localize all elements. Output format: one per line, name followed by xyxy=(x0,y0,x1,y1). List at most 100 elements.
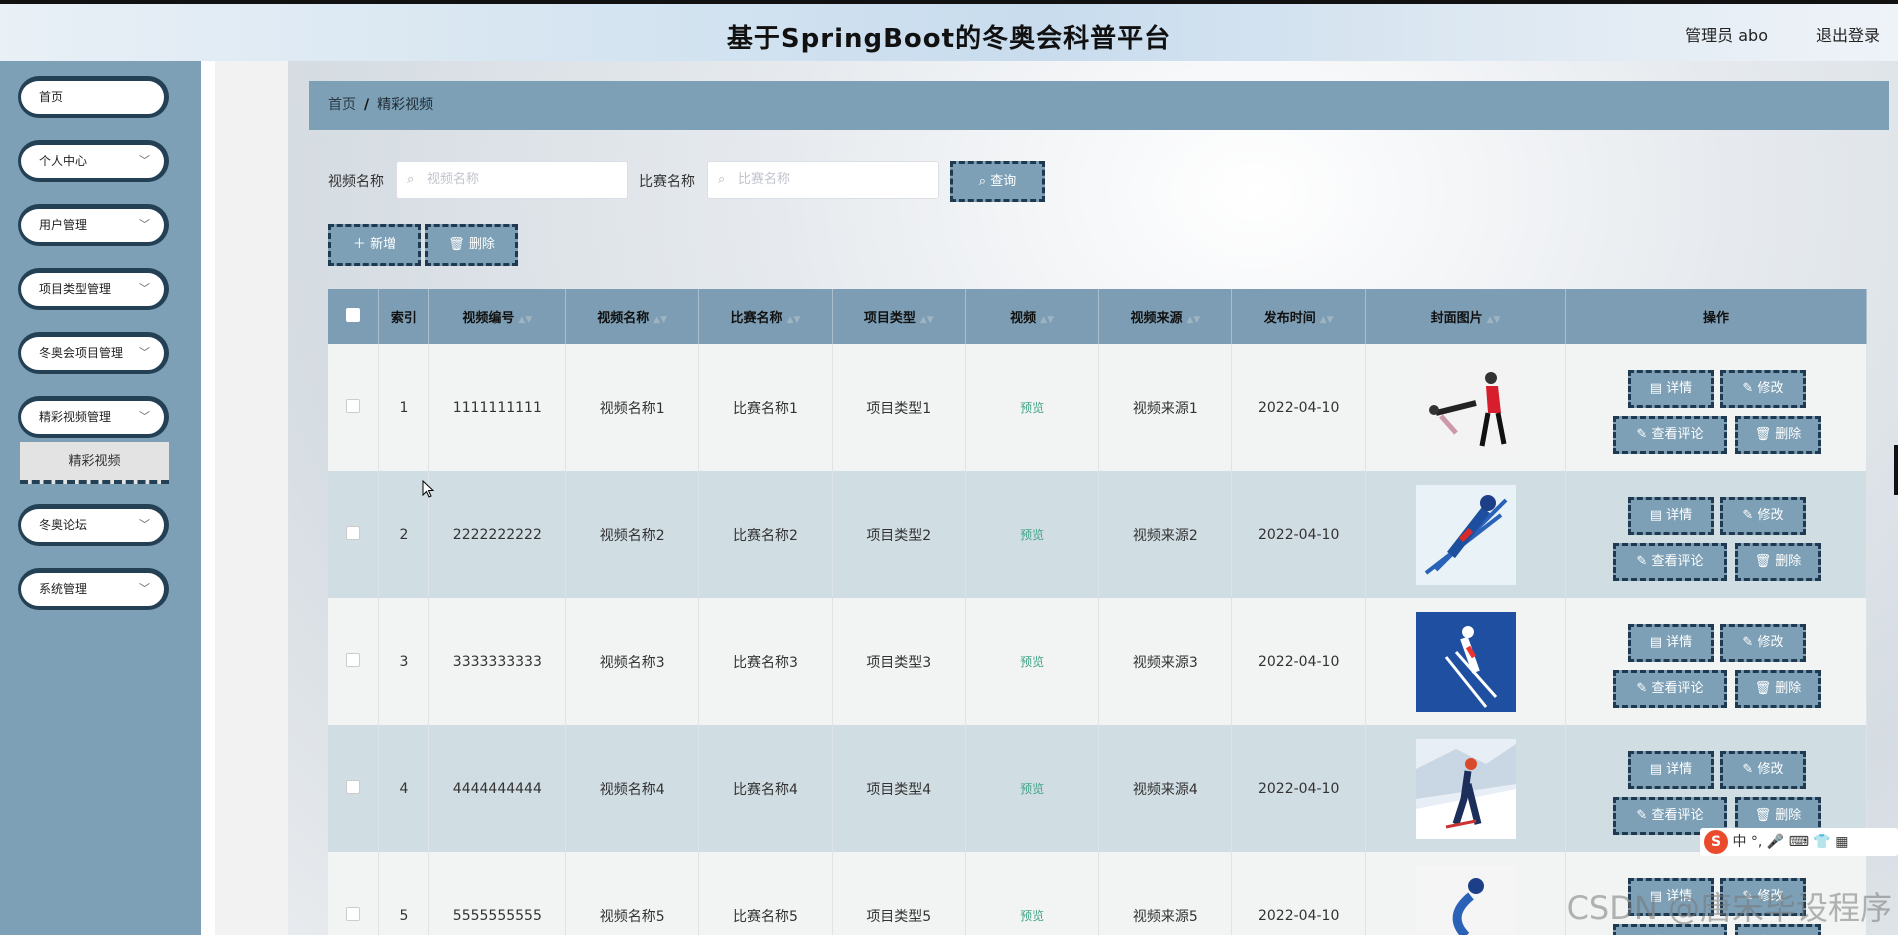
preview-link[interactable]: 预览 xyxy=(1020,528,1044,542)
mouse-cursor-icon xyxy=(422,480,434,498)
preview-link[interactable]: 预览 xyxy=(1020,655,1044,669)
row-checkbox[interactable] xyxy=(346,525,361,540)
column-header-cover[interactable]: 封面图片 ▲▼ xyxy=(1365,289,1566,344)
chevron-down-icon: ﹀ xyxy=(139,218,150,231)
column-header-type[interactable]: 项目类型 ▲▼ xyxy=(832,289,966,344)
sidebar-item-label: 精彩视频管理 xyxy=(39,410,112,424)
ime-toolbar[interactable]: S 中 °, 🎤 ⌨ 👕 ▦ xyxy=(1700,828,1898,856)
cell-index: 4 xyxy=(378,725,430,852)
sort-icon[interactable]: ▲▼ xyxy=(787,315,801,325)
cell-name: 视频名称2 xyxy=(565,471,700,598)
cover-image[interactable] xyxy=(1415,484,1516,585)
edit-button-label: 修改 xyxy=(1757,380,1784,396)
cell-code: 3333333333 xyxy=(428,598,567,725)
breadcrumb-home[interactable]: 首页 xyxy=(328,97,356,113)
cell-date: 2022-04-10 xyxy=(1231,471,1367,598)
edit-button[interactable]: ✎ 修改 xyxy=(1719,496,1806,535)
sort-icon[interactable]: ▲▼ xyxy=(1186,315,1200,325)
edit-button-label: 修改 xyxy=(1757,634,1784,650)
sidebar-item-home[interactable]: 首页 xyxy=(18,76,169,118)
table-row: 3 3333333333 视频名称3 比赛名称3 项目类型3 预览 视频来源3 2022-04… xyxy=(328,598,1868,725)
sidebar-item-forum[interactable]: 冬奥论坛 ﹀ xyxy=(18,504,169,546)
sidebar-item-olympic-projects[interactable]: 冬奥会项目管理 ﹀ xyxy=(18,332,169,374)
sidebar-subitem-videos[interactable]: 精彩视频 xyxy=(20,442,169,484)
cell-match: 比赛名称5 xyxy=(698,852,833,935)
chevron-down-icon: ﹀ xyxy=(139,154,150,167)
delete-button[interactable]: 🗑 删除 xyxy=(1734,415,1821,454)
cell-actions: ▤ 详情✎ 修改 ✎ 查看评论🗑 删除 xyxy=(1565,598,1868,725)
column-header-code[interactable]: 视频编号 ▲▼ xyxy=(428,289,567,344)
edit-button[interactable]: ✎ 修改 xyxy=(1719,623,1806,662)
view-comments-button[interactable]: ✎ 查看评论 xyxy=(1612,542,1727,581)
cell-source: 视频来源4 xyxy=(1098,725,1233,852)
delete-button[interactable]: 🗑 删除 xyxy=(1734,542,1821,581)
pencil-icon: ✎ xyxy=(1742,507,1754,523)
detail-button[interactable]: ▤ 详情 xyxy=(1627,750,1714,789)
sidebar-item-label: 项目类型管理 xyxy=(39,282,112,296)
sidebar-scrollbar-thumb[interactable] xyxy=(0,61,201,935)
window-edge xyxy=(1894,445,1898,495)
detail-button[interactable]: ▤ 详情 xyxy=(1627,623,1714,662)
sidebar-item-video-management[interactable]: 精彩视频管理 ﹀ xyxy=(18,396,169,438)
cell-video: 预览 xyxy=(965,725,1100,852)
chevron-down-icon: ﹀ xyxy=(139,282,150,295)
logout-button[interactable]: 退出登录 xyxy=(1816,22,1880,46)
sidebar-item-system[interactable]: 系统管理 ﹀ xyxy=(18,568,169,610)
sort-icon[interactable]: ▲▼ xyxy=(1040,315,1054,325)
view-comments-button[interactable]: ✎ 查看评论 xyxy=(1612,415,1727,454)
row-checkbox[interactable] xyxy=(346,652,361,667)
sidebar-item-user-management[interactable]: 用户管理 ﹀ xyxy=(18,204,169,246)
preview-link[interactable]: 预览 xyxy=(1020,909,1044,923)
cover-image[interactable] xyxy=(1415,865,1516,935)
detail-button[interactable]: ▤ 详情 xyxy=(1627,369,1714,408)
row-checkbox[interactable] xyxy=(346,906,361,921)
edit-button[interactable]: ✎ 修改 xyxy=(1719,369,1806,408)
column-header-date[interactable]: 发布时间 ▲▼ xyxy=(1231,289,1367,344)
cell-match: 比赛名称4 xyxy=(698,725,833,852)
row-select-cell xyxy=(328,471,380,598)
cell-date: 2022-04-10 xyxy=(1231,725,1367,852)
select-all-checkbox[interactable] xyxy=(346,307,361,322)
cover-image[interactable] xyxy=(1415,357,1516,458)
column-header-name[interactable]: 视频名称 ▲▼ xyxy=(565,289,700,344)
column-header-video[interactable]: 视频 ▲▼ xyxy=(965,289,1100,344)
video-name-input[interactable]: ⌕ 视频名称 xyxy=(396,161,628,199)
row-actions: ▤ 详情✎ 修改✎ 查看评论🗑 删除 xyxy=(1566,739,1866,839)
view-comments-label: 查看评论 xyxy=(1651,680,1704,696)
row-actions: ▤ 详情✎ 修改 ✎ 查看评论🗑 删除 xyxy=(1566,485,1866,585)
cell-type: 项目类型5 xyxy=(832,852,966,935)
query-button[interactable]: ⌕ 查询 xyxy=(950,161,1045,202)
match-name-input[interactable]: ⌕ 比赛名称 xyxy=(707,161,939,199)
sort-icon[interactable]: ▲▼ xyxy=(1487,315,1501,325)
sort-icon[interactable]: ▲▼ xyxy=(920,315,934,325)
detail-button[interactable]: ▤ 详情 xyxy=(1627,496,1714,535)
bulk-delete-button[interactable]: 🗑 删除 xyxy=(425,224,518,266)
sidebar-item-type-management[interactable]: 项目类型管理 ﹀ xyxy=(18,268,169,310)
select-all-cell xyxy=(328,289,380,344)
cell-name: 视频名称4 xyxy=(565,725,700,852)
video-name-label: 视频名称 xyxy=(328,174,384,190)
row-checkbox[interactable] xyxy=(346,779,361,794)
edit-button[interactable]: ✎ 修改 xyxy=(1719,750,1806,789)
sort-icon[interactable]: ▲▼ xyxy=(1320,315,1334,325)
delete-button[interactable]: 🗑 删除 xyxy=(1734,669,1821,708)
preview-link[interactable]: 预览 xyxy=(1020,401,1044,415)
row-actions: ▤ 详情✎ 修改 ✎ 查看评论🗑 删除 xyxy=(1566,358,1866,458)
sort-icon[interactable]: ▲▼ xyxy=(518,315,532,325)
column-header-source[interactable]: 视频来源 ▲▼ xyxy=(1098,289,1233,344)
row-checkbox[interactable] xyxy=(346,398,361,413)
cell-date: 2022-04-10 xyxy=(1231,598,1367,725)
sort-icon[interactable]: ▲▼ xyxy=(653,315,667,325)
cell-match: 比赛名称3 xyxy=(698,598,833,725)
preview-link[interactable]: 预览 xyxy=(1020,782,1044,796)
cell-video: 预览 xyxy=(965,471,1100,598)
view-comments-button[interactable]: ✎ 查看评论 xyxy=(1612,669,1727,708)
cell-date: 2022-04-10 xyxy=(1231,344,1367,471)
add-button[interactable]: ＋ 新增 xyxy=(328,224,421,266)
cell-video: 预览 xyxy=(965,852,1100,935)
column-header-match[interactable]: 比赛名称 ▲▼ xyxy=(698,289,833,344)
ime-tools-icon: °, 🎤 ⌨ 👕 ▦ xyxy=(1750,834,1849,850)
cover-image[interactable] xyxy=(1415,611,1516,712)
cover-image[interactable] xyxy=(1415,738,1516,839)
sidebar-item-personal-center[interactable]: 个人中心 ﹀ xyxy=(18,140,169,182)
